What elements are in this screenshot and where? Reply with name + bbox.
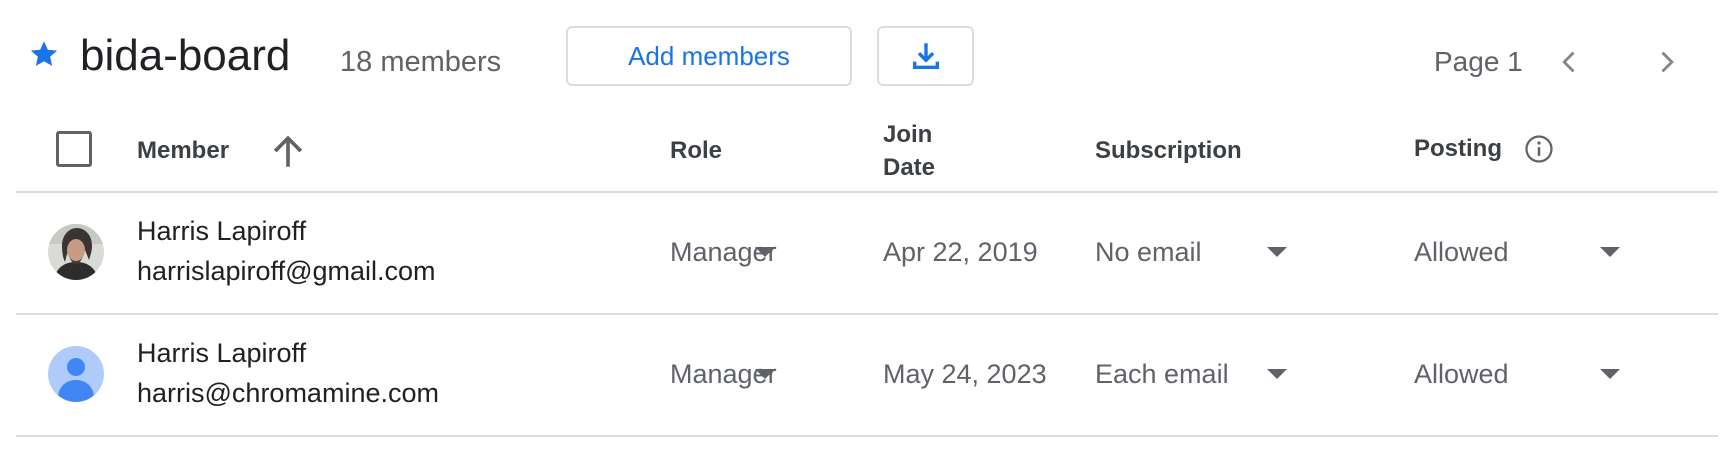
- page-indicator: Page 1: [1434, 46, 1523, 77]
- column-header-subscription[interactable]: Subscription: [1095, 136, 1242, 166]
- column-header-join-date[interactable]: Join Date: [883, 118, 963, 184]
- subscription-dropdown[interactable]: Each email: [1095, 356, 1295, 392]
- caret-down-icon: [1600, 369, 1620, 379]
- role-dropdown[interactable]: Manager: [670, 234, 790, 270]
- subscription-value: No email: [1095, 237, 1202, 267]
- row-divider: [16, 435, 1718, 437]
- table-row[interactable]: Harris Lapiroff harrislapiroff@gmail.com…: [0, 193, 1734, 313]
- member-email: harrislapiroff@gmail.com: [137, 256, 436, 286]
- select-all-checkbox[interactable]: [56, 131, 92, 167]
- caret-down-icon: [1267, 369, 1287, 379]
- avatar: [48, 346, 104, 402]
- member-count: 18 members: [340, 46, 502, 78]
- caret-down-icon: [1600, 247, 1620, 257]
- column-header-posting[interactable]: Posting: [1414, 134, 1502, 164]
- chevron-right-icon: [1661, 51, 1674, 73]
- column-header-member[interactable]: Member: [137, 136, 229, 166]
- default-user-icon: [58, 358, 94, 402]
- caret-down-icon: [755, 369, 775, 379]
- posting-value: Allowed: [1414, 237, 1509, 267]
- caret-down-icon: [1267, 247, 1287, 257]
- download-button[interactable]: [877, 26, 974, 86]
- table-row[interactable]: Harris Lapiroff harris@chromamine.com Ma…: [0, 315, 1734, 435]
- user-photo-icon: [48, 224, 104, 280]
- member-name: Harris Lapiroff: [137, 216, 307, 246]
- star-icon[interactable]: [28, 38, 60, 70]
- download-icon: [912, 43, 939, 70]
- add-members-button[interactable]: Add members: [566, 26, 852, 86]
- join-date: May 24, 2023: [883, 359, 1047, 389]
- group-title: bida-board: [80, 31, 291, 80]
- join-date: Apr 22, 2019: [883, 237, 1038, 267]
- member-name: Harris Lapiroff: [137, 338, 307, 368]
- avatar: [48, 224, 104, 280]
- info-icon[interactable]: [1524, 134, 1554, 164]
- add-members-label: Add members: [628, 40, 790, 71]
- sort-ascending-icon[interactable]: [266, 130, 310, 174]
- next-page-button[interactable]: [1646, 42, 1686, 82]
- subscription-dropdown[interactable]: No email: [1095, 234, 1295, 270]
- caret-down-icon: [755, 247, 775, 257]
- member-email: harris@chromamine.com: [137, 378, 439, 408]
- column-header-role[interactable]: Role: [670, 136, 722, 166]
- posting-dropdown[interactable]: Allowed: [1414, 234, 1628, 270]
- posting-dropdown[interactable]: Allowed: [1414, 356, 1628, 392]
- subscription-value: Each email: [1095, 359, 1229, 389]
- role-dropdown[interactable]: Manager: [670, 356, 790, 392]
- posting-value: Allowed: [1414, 359, 1509, 389]
- previous-page-button[interactable]: [1550, 42, 1590, 82]
- chevron-left-icon: [1562, 51, 1575, 73]
